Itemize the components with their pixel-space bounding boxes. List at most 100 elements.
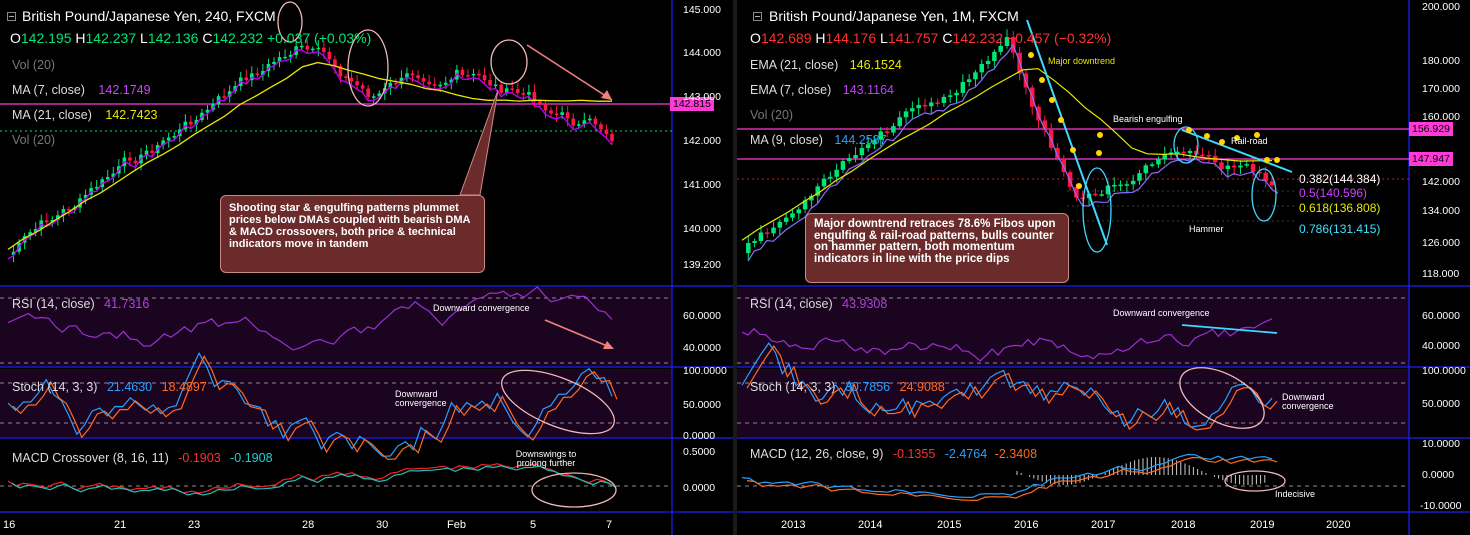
right-candle-body bbox=[853, 155, 858, 159]
right-candle-body bbox=[973, 72, 978, 80]
hammer-label: Hammer bbox=[1189, 224, 1224, 234]
pattern-dot bbox=[1219, 139, 1225, 145]
high-label: H bbox=[75, 30, 86, 46]
left-candle-body bbox=[255, 73, 260, 76]
left-candle-body bbox=[593, 118, 598, 125]
left-candle-body bbox=[371, 96, 376, 98]
macd-value-1: -0.1355 bbox=[892, 447, 936, 461]
rsi-tick: 60.0000 bbox=[1422, 310, 1460, 322]
stoch-tick: 100.0000 bbox=[1422, 365, 1466, 377]
right-candle-body bbox=[859, 148, 865, 156]
right-candle-body bbox=[992, 51, 997, 62]
right-candle-body bbox=[1200, 154, 1205, 157]
y-tick: 143.000 bbox=[683, 91, 721, 103]
right-candle-body bbox=[903, 111, 909, 118]
fib-level: 0.786(131.415) bbox=[1299, 222, 1381, 236]
right-candle-body bbox=[828, 176, 833, 179]
right-candle-body bbox=[1250, 164, 1256, 172]
ema21-legend: EMA (21, close) 146.1524 bbox=[750, 58, 902, 72]
ma21-label: MA (21, close) bbox=[12, 108, 92, 122]
chart-title: British Pound/Japanese Yen, 1M, FXCM bbox=[769, 8, 1019, 24]
right-candle-body bbox=[790, 213, 795, 218]
right-candle-body bbox=[771, 227, 776, 234]
right-candle-body bbox=[1206, 155, 1212, 157]
right-candle-body bbox=[1099, 194, 1104, 196]
left-candle-body bbox=[327, 51, 332, 60]
open-label: O bbox=[750, 30, 761, 46]
left-candle-body bbox=[344, 76, 348, 78]
stoch-tick: 100.0000 bbox=[683, 365, 727, 377]
pattern-dot bbox=[1039, 77, 1045, 83]
right-candle-body bbox=[783, 217, 789, 222]
rail-road-label: Rail-road bbox=[1231, 136, 1268, 146]
macd-note: Downswings to prolong further bbox=[515, 449, 577, 468]
right-candle-body bbox=[746, 243, 751, 254]
high-label: H bbox=[815, 30, 826, 46]
left-candle-body bbox=[588, 118, 592, 121]
left-candle-body bbox=[610, 134, 614, 141]
ma7-legend: MA (7, close) 142.1749 bbox=[12, 83, 151, 97]
collapse-icon[interactable] bbox=[753, 12, 762, 21]
stoch-label: Stoch (14, 3, 3) bbox=[750, 380, 836, 394]
macd-tick: 0.0000 bbox=[683, 482, 716, 494]
rsi-tick: 60.0000 bbox=[683, 310, 721, 322]
fib-level: 0.618(136.808) bbox=[1299, 201, 1381, 215]
macd-value-2: -0.1908 bbox=[230, 451, 273, 465]
left-candle-body bbox=[421, 78, 426, 82]
right-candle-body bbox=[998, 45, 1003, 52]
left-candle-body bbox=[549, 110, 553, 114]
left-candle-body bbox=[604, 129, 609, 135]
macd-tick: 10.0000 bbox=[1422, 438, 1460, 450]
right-candle-body bbox=[897, 117, 902, 127]
left-chart-panel[interactable]: British Pound/Japanese Yen, 240, FXCM O1… bbox=[0, 0, 733, 535]
left-candle-body bbox=[310, 48, 315, 51]
macd-value-2: -2.4764 bbox=[944, 447, 988, 461]
right-candle-body bbox=[777, 221, 783, 228]
change-value: +0.037 (+0.03%) bbox=[266, 30, 372, 46]
x-tick: 2016 bbox=[1014, 519, 1039, 531]
rsi-tick: 40.0000 bbox=[1422, 340, 1460, 352]
change-value: −0.457 (−0.32%) bbox=[1006, 30, 1112, 46]
macd-tick: 0.5000 bbox=[683, 446, 716, 458]
x-tick: 30 bbox=[376, 519, 389, 531]
macd-legend: MACD (12, 26, close, 9) -0.1355 -2.4764 … bbox=[750, 447, 1037, 461]
y-tick: 126.000 bbox=[1422, 237, 1460, 249]
collapse-icon[interactable] bbox=[7, 12, 16, 21]
x-tick: Feb bbox=[447, 519, 466, 531]
ma21-legend: MA (21, close) 142.7423 bbox=[12, 108, 158, 122]
low-value: 142.136 bbox=[147, 30, 199, 46]
high-value: 142.237 bbox=[85, 30, 137, 46]
x-tick: 2017 bbox=[1091, 519, 1116, 531]
close-label: C bbox=[942, 30, 953, 46]
pattern-dot bbox=[1070, 147, 1076, 153]
right-candle-body bbox=[1244, 164, 1250, 166]
right-candle-body bbox=[922, 104, 928, 107]
macd-label: MACD (12, 26, close, 9) bbox=[750, 447, 884, 461]
left-candle-body bbox=[410, 73, 415, 76]
left-candle-body bbox=[222, 96, 226, 98]
left-candle-body bbox=[349, 77, 354, 82]
rsi-label: RSI (14, close) bbox=[750, 297, 833, 311]
y-tick: 144.000 bbox=[683, 47, 721, 59]
vol-legend-2: Vol (20) bbox=[12, 133, 56, 147]
trend-arrow bbox=[526, 44, 613, 101]
right-candle-body bbox=[1093, 193, 1098, 196]
price-tag: 156.929 bbox=[1409, 122, 1453, 136]
rsi-legend: RSI (14, close) 43.9308 bbox=[750, 297, 887, 311]
ema21-label: EMA (21, close) bbox=[750, 58, 839, 72]
right-chart-panel[interactable]: British Pound/Japanese Yen, 1M, FXCM O14… bbox=[737, 0, 1470, 535]
ema7-legend: EMA (7, close) 143.1164 bbox=[750, 83, 894, 97]
left-candle-body bbox=[543, 103, 548, 111]
left-candle-body bbox=[316, 47, 321, 50]
chart-title: British Pound/Japanese Yen, 240, FXCM bbox=[22, 8, 276, 24]
callout-pointer bbox=[459, 89, 499, 196]
right-candle-body bbox=[796, 209, 802, 214]
left-candle-body bbox=[366, 88, 370, 97]
rsi-legend: RSI (14, close) 41.7316 bbox=[12, 297, 149, 311]
stoch-d-value: 24.9088 bbox=[899, 380, 945, 394]
right-candle-body bbox=[1143, 165, 1149, 174]
right-candle-body bbox=[1269, 181, 1275, 186]
highlight-ellipse bbox=[1082, 167, 1112, 253]
low-label: L bbox=[140, 30, 148, 46]
left-candle-body bbox=[272, 61, 276, 64]
